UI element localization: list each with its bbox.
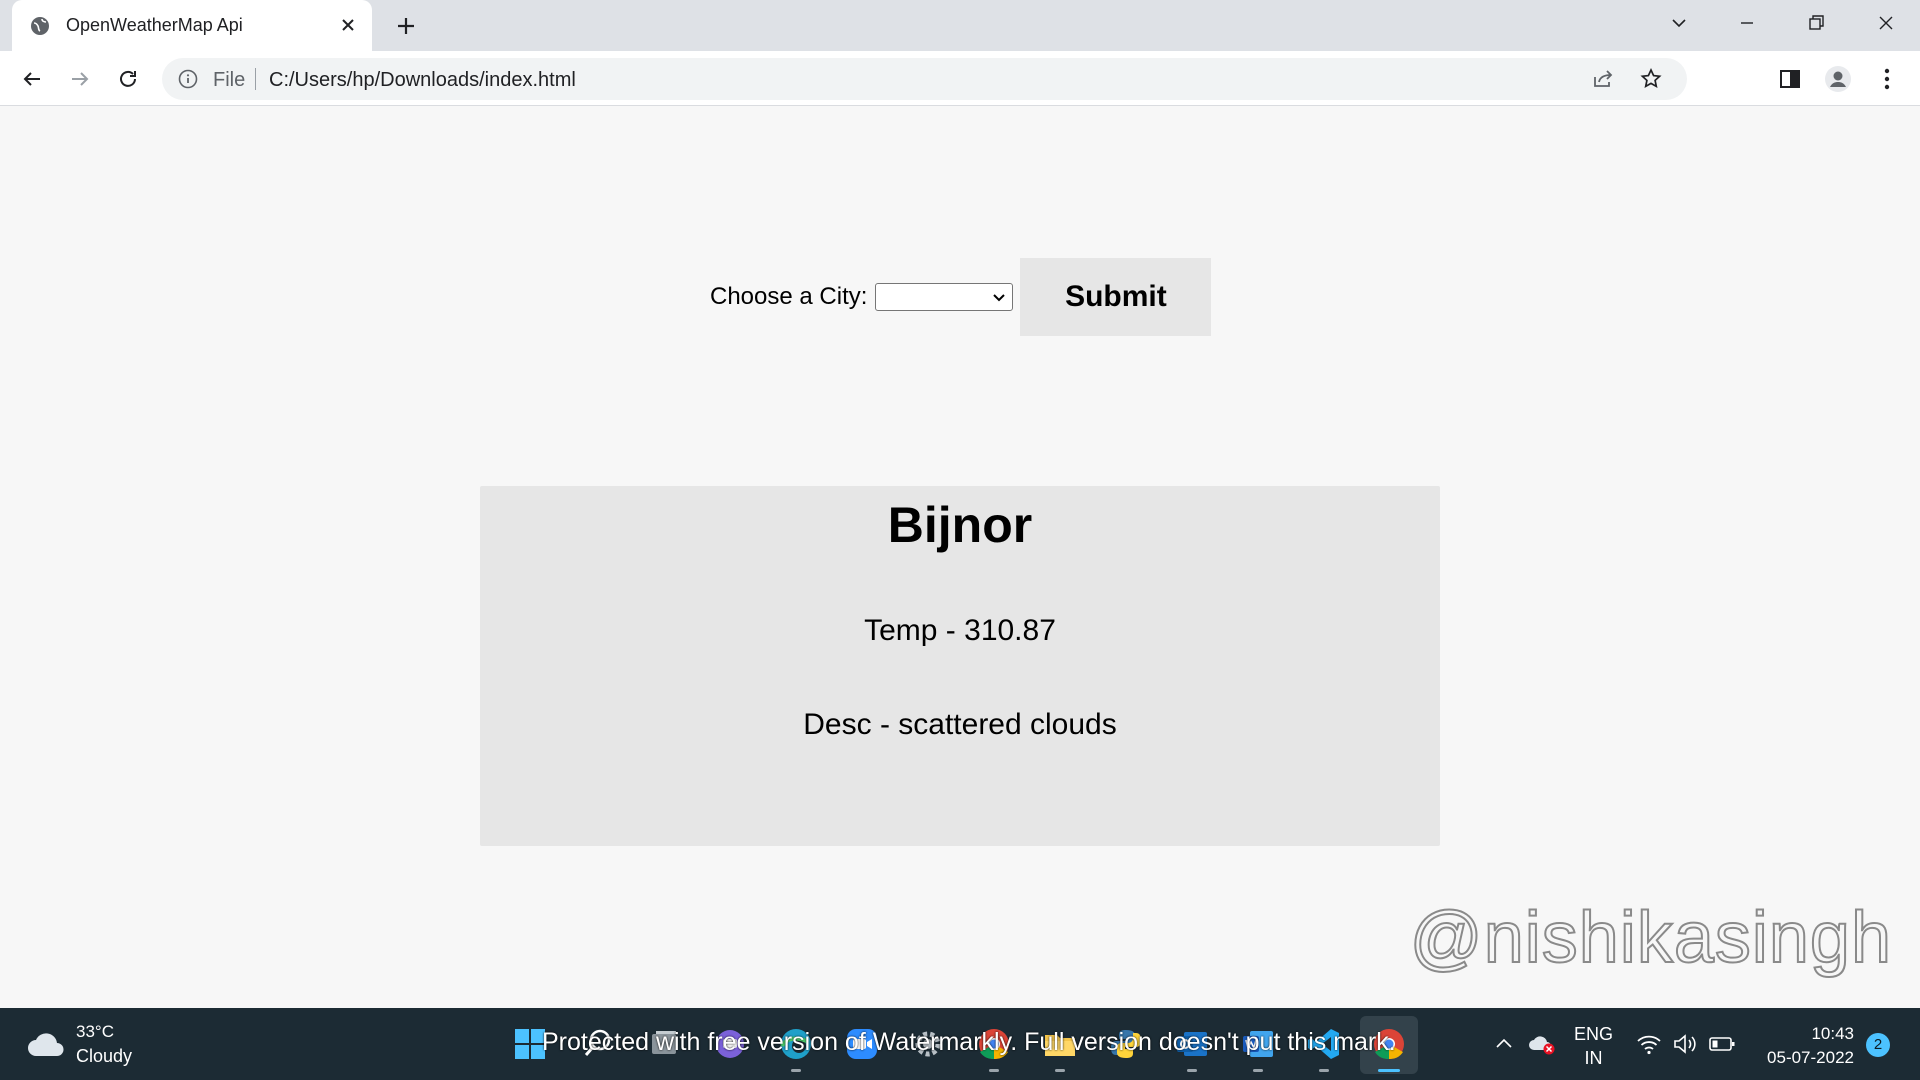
city-name: Bijnor [887, 497, 1033, 553]
running-indicator [791, 1069, 801, 1072]
lang-line2: IN [1584, 1048, 1603, 1068]
scheme-label: File [213, 69, 246, 91]
running-indicator [1319, 1069, 1329, 1072]
weather-card: Bijnor Temp - 310.87 Desc - scattered cl… [480, 486, 1440, 846]
active-indicator [1378, 1069, 1400, 1072]
share-icon[interactable] [1591, 67, 1615, 91]
reload-icon[interactable] [113, 64, 143, 94]
tab-search-icon[interactable] [1659, 8, 1699, 38]
notification-badge[interactable]: 2 [1866, 1033, 1890, 1057]
weather-widget[interactable]: 33°C Cloudy [26, 1022, 166, 1070]
browser-tab[interactable]: OpenWeatherMap Api [12, 0, 372, 51]
page-viewport: Choose a City: Submit Bijnor Temp - 310.… [0, 107, 1920, 1007]
city-label: Choose a City: [710, 283, 868, 310]
onedrive-error-icon[interactable] [1528, 1032, 1556, 1061]
description-text: Desc - scattered clouds [803, 708, 1117, 741]
running-indicator [1055, 1069, 1065, 1072]
temperature-text: Temp - 310.87 [864, 614, 1056, 647]
close-tab-icon[interactable] [336, 13, 360, 37]
weather-condition: Cloudy [76, 1046, 133, 1066]
minimize-icon[interactable] [1727, 8, 1767, 38]
running-indicator [1253, 1069, 1263, 1072]
bookmark-star-icon[interactable] [1639, 67, 1663, 91]
city-select[interactable] [875, 283, 1014, 311]
volume-icon[interactable] [1672, 1032, 1698, 1061]
wifi-icon[interactable] [1636, 1032, 1662, 1061]
submit-button[interactable]: Submit [1020, 258, 1212, 336]
info-icon[interactable] [178, 69, 198, 89]
clock-time: 10:43 [1811, 1024, 1854, 1043]
profile-avatar-icon[interactable] [1823, 64, 1853, 94]
close-window-icon[interactable] [1866, 8, 1906, 38]
clock-date: 05-07-2022 [1767, 1048, 1854, 1067]
handle-watermark: @nishikasingh [1409, 897, 1892, 979]
running-indicator [1187, 1069, 1197, 1072]
language-indicator[interactable]: ENG IN [1574, 1022, 1613, 1070]
back-arrow-icon[interactable] [17, 64, 47, 94]
running-indicator [989, 1069, 999, 1072]
chevron-down-icon [992, 291, 1006, 309]
omnibox-divider [255, 68, 256, 90]
new-tab-button[interactable] [392, 12, 420, 40]
side-panel-icon[interactable] [1775, 64, 1805, 94]
weather-temp: 33°C [76, 1022, 114, 1041]
browser-tab-strip: OpenWeatherMap Api [0, 0, 1920, 51]
windows-taskbar: 33°C Cloudy Protected with free version … [0, 1008, 1920, 1080]
restore-icon[interactable] [1796, 8, 1836, 38]
url-text[interactable]: C:/Users/hp/Downloads/index.html [269, 69, 576, 92]
battery-icon[interactable] [1708, 1032, 1736, 1061]
lang-line1: ENG [1574, 1024, 1614, 1044]
chevron-up-icon[interactable] [1494, 1034, 1514, 1059]
more-menu-icon[interactable] [1872, 64, 1902, 94]
address-bar[interactable]: File C:/Users/hp/Downloads/index.html [162, 58, 1687, 100]
clock[interactable]: 10:43 05-07-2022 [1754, 1022, 1854, 1070]
cloud-icon [26, 1030, 66, 1063]
tab-title: OpenWeatherMap Api [66, 15, 243, 35]
watermark-overlay-text: Protected with free version of Watermark… [542, 1028, 1396, 1056]
globe-icon [30, 16, 50, 36]
city-form: Choose a City: Submit [710, 257, 1212, 337]
forward-arrow-icon[interactable] [65, 64, 95, 94]
browser-toolbar: File C:/Users/hp/Downloads/index.html [0, 51, 1920, 106]
